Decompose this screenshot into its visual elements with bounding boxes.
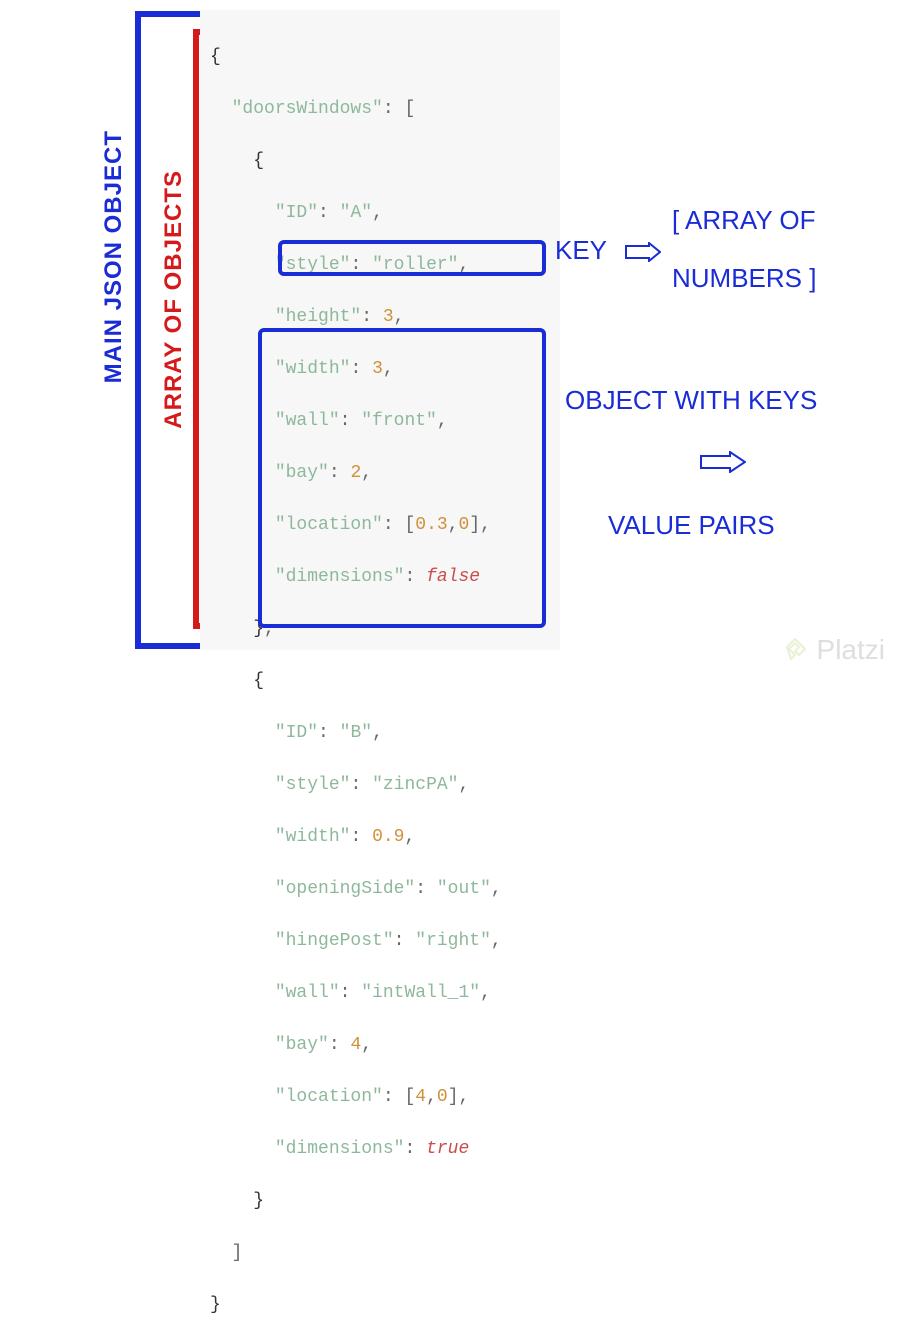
objB-bay-key: "bay" [275,1035,329,1055]
punct-colon: : [329,1035,340,1055]
objA-width-val: 3 [372,359,383,379]
label-main-json-object: MAIN JSON OBJECT [100,130,128,383]
punct-colon: : [318,203,329,223]
objA-dims-key: "dimensions" [275,567,405,587]
punct-colon: : [394,931,405,951]
watermark: Platzi [781,634,885,666]
objB-open-val: "out" [437,879,491,899]
loc-bracket-open: [ [404,515,415,535]
punct-colon: : [350,775,361,795]
objB-width-val: 0.9 [372,827,404,847]
objB-loc-0: 4 [415,1087,426,1107]
loc-bracket-open: [ [404,1087,415,1107]
punct-comma: , [372,723,383,743]
arrow-right-icon [625,242,661,262]
objB-id-val: "B" [340,723,372,743]
punct-comma: , [361,463,372,483]
punct-comma: , [264,619,275,639]
loc-bracket-close: ] [448,1087,459,1107]
loc-bracket-close: ] [469,515,480,535]
brace-close: } [210,1295,221,1315]
punct-colon: : [318,723,329,743]
punct-colon: : [383,515,394,535]
punct-colon: : [383,99,394,119]
objB-id-key: "ID" [275,723,318,743]
objA-id-key: "ID" [275,203,318,223]
label-object-with-keys: OBJECT WITH KEYS [565,385,817,416]
punct-comma: , [361,1035,372,1055]
objB-wall-key: "wall" [275,983,340,1003]
objB-hinge-val: "right" [415,931,491,951]
objB-hinge-key: "hingePost" [275,931,394,951]
punct-comma: , [383,359,394,379]
punct-colon: : [329,463,340,483]
punct-comma: , [491,879,502,899]
label-array-of-numbers-line1: [ ARRAY OF [672,205,816,236]
objB-width-key: "width" [275,827,351,847]
punct-colon: : [404,1139,415,1159]
objB-open: { [253,671,264,691]
punct-comma: , [437,411,448,431]
punct-comma: , [372,203,383,223]
objA-wall-val: "front" [361,411,437,431]
objB-loc-1: 0 [437,1087,448,1107]
punct-comma: , [491,931,502,951]
objA-style-val: "roller" [372,255,458,275]
objB-close: } [253,1191,264,1211]
objB-open-key: "openingSide" [275,879,415,899]
punct-colon: : [350,827,361,847]
punct-colon: : [383,1087,394,1107]
label-key: KEY [555,235,607,266]
objB-style-key: "style" [275,775,351,795]
punct-comma: , [394,307,405,327]
objA-open: { [253,151,264,171]
objB-style-val: "zincPA" [372,775,458,795]
bracket-close: ] [232,1243,243,1263]
objA-id-val: "A" [340,203,372,223]
objA-close: } [253,619,264,639]
label-value-pairs: VALUE PAIRS [608,510,775,541]
punct-colon: : [361,307,372,327]
objA-bay-val: 2 [350,463,361,483]
objB-location-key: "location" [275,1087,383,1107]
objA-style-key: "style" [275,255,351,275]
punct-colon: : [350,359,361,379]
punct-comma: , [458,775,469,795]
objA-height-key: "height" [275,307,361,327]
punct-comma: , [426,1087,437,1107]
punct-colon: : [340,411,351,431]
punct-colon: : [350,255,361,275]
punct-comma: , [404,827,415,847]
punct-comma: , [459,1087,470,1107]
punct-comma: , [480,983,491,1003]
punct-comma: , [448,515,459,535]
watermark-text: Platzi [817,634,885,666]
objB-bay-val: 4 [350,1035,361,1055]
objA-location-key: "location" [275,515,383,535]
punct-colon: : [340,983,351,1003]
objA-dims-val: false [426,567,480,587]
platzi-logo-icon [781,635,811,665]
punct-colon: : [415,879,426,899]
punct-colon: : [404,567,415,587]
punct-comma: , [458,255,469,275]
brace-open: { [210,47,221,67]
key-doorsWindows: "doorsWindows" [232,99,383,119]
arrow-right-icon [700,451,746,473]
objA-loc-0: 0.3 [415,515,447,535]
objA-height-val: 3 [383,307,394,327]
objB-dims-val: true [426,1139,469,1159]
objB-dims-key: "dimensions" [275,1139,405,1159]
objA-wall-key: "wall" [275,411,340,431]
objA-bay-key: "bay" [275,463,329,483]
json-code-block: { "doorsWindows": [ { "ID": "A", "style"… [200,10,560,650]
punct-comma: , [480,515,491,535]
bracket-open: [ [404,99,415,119]
label-array-of-numbers-line2: NUMBERS ] [672,263,816,294]
objA-width-key: "width" [275,359,351,379]
objB-wall-val: "intWall_1" [361,983,480,1003]
objA-loc-1: 0 [459,515,470,535]
